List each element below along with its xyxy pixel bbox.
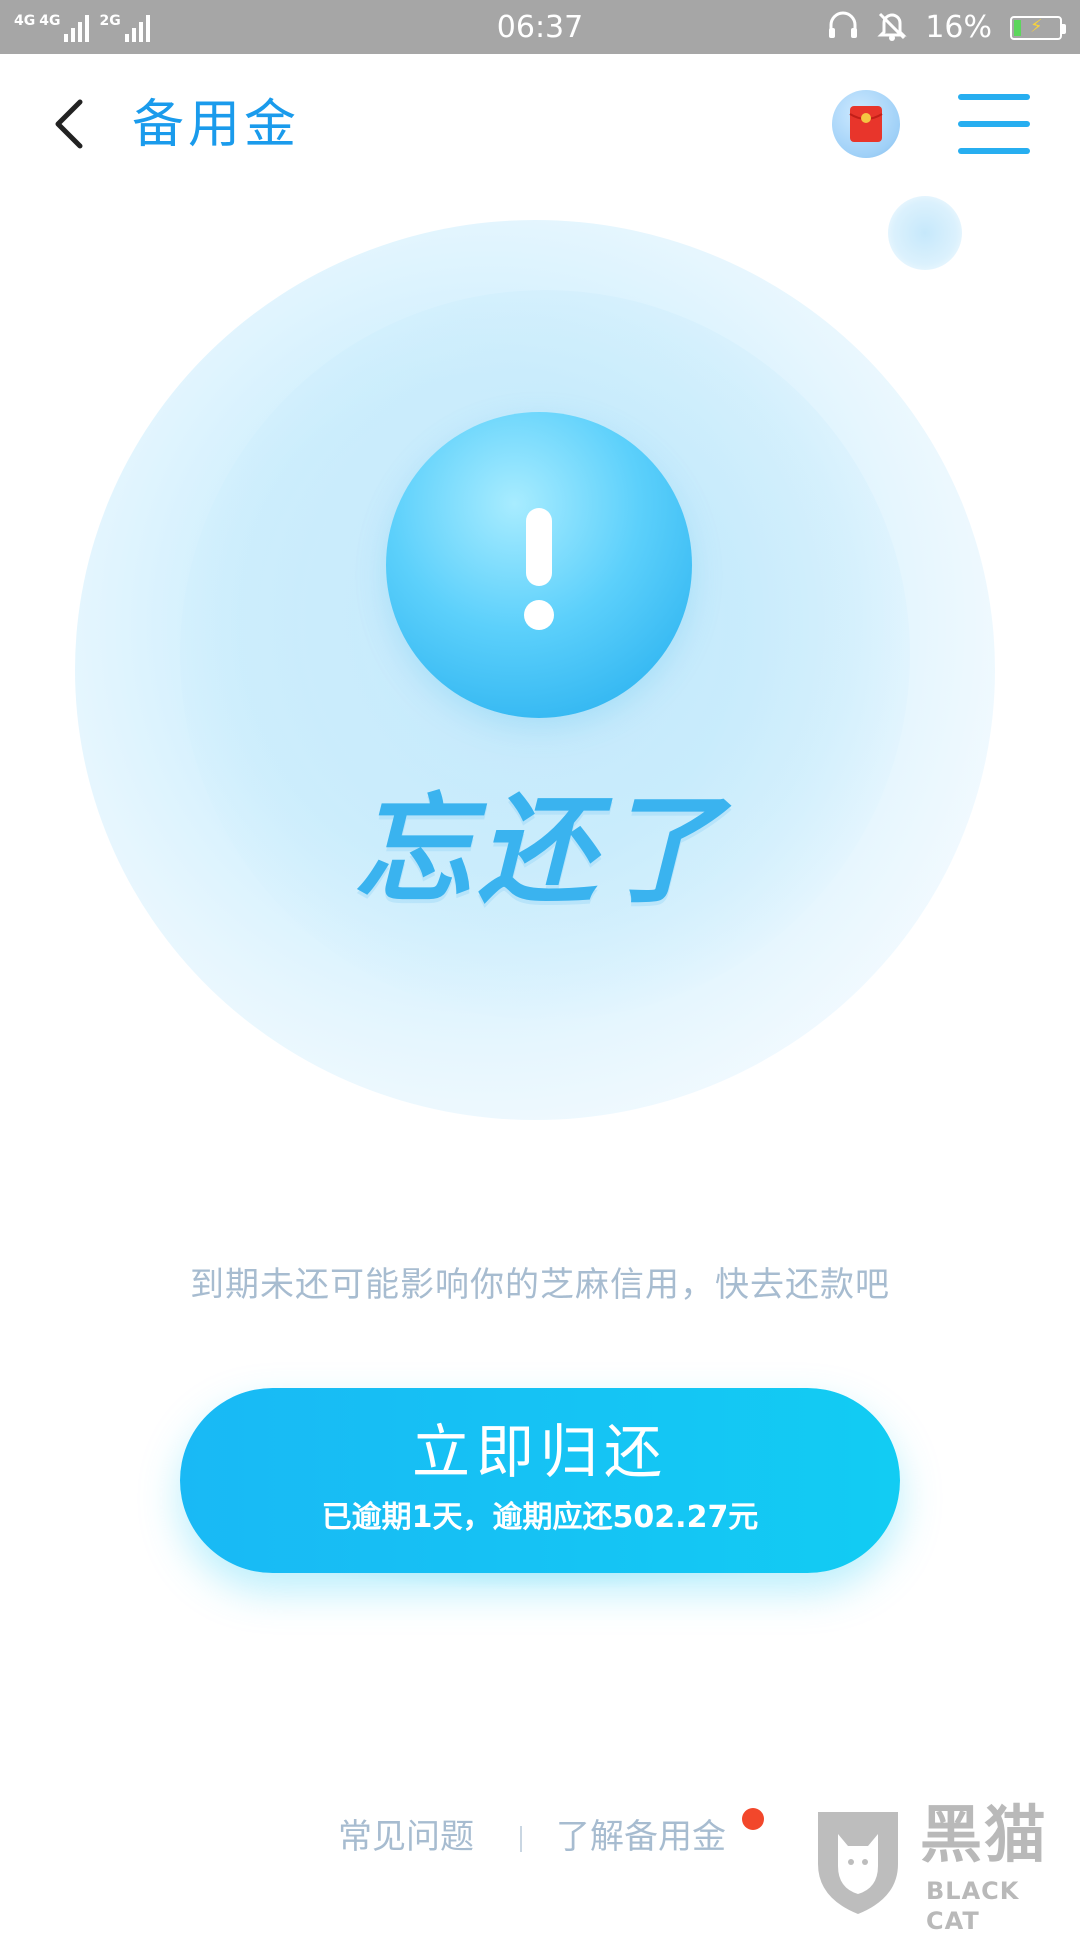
chevron-left-icon [55, 99, 83, 149]
overdue-notice: 到期未还可能影响你的芝麻信用，快去还款吧 [190, 1265, 890, 1305]
hamburger-menu-icon [958, 94, 1030, 100]
footer-separator [520, 1826, 522, 1852]
bell-muted-icon [877, 10, 907, 46]
exclamation-dot [524, 600, 554, 630]
faq-link[interactable]: 常见问题 [338, 1812, 474, 1862]
menu-button[interactable] [958, 88, 1030, 160]
decorative-bubble [888, 196, 962, 270]
battery-icon: ⚡ [1010, 16, 1066, 40]
repay-button-title: 立即归还 [411, 1418, 668, 1486]
repay-now-button[interactable]: 立即归还 已逾期1天，逾期应还502.27元 [180, 1388, 900, 1573]
watermark: 黑猫 BLACK CAT [808, 1798, 1070, 1935]
watermark-en-text: BLACK CAT [926, 1877, 1020, 1935]
charging-bolt-icon: ⚡ [1030, 16, 1043, 37]
headset-icon [827, 11, 859, 45]
cat-shield-logo-icon [818, 1812, 898, 1914]
red-envelope-icon [849, 106, 883, 142]
notification-badge [742, 1808, 764, 1830]
hero-headline: 忘还了 [353, 781, 726, 919]
alert-circle [386, 412, 692, 718]
battery-percent: 16% [925, 10, 992, 45]
status-icons: 16% ⚡ [827, 8, 1066, 48]
about-link[interactable]: 了解备用金 [556, 1812, 726, 1862]
exclamation-icon [526, 508, 552, 586]
page-title: 备用金 [132, 95, 301, 155]
back-button[interactable] [40, 94, 100, 154]
repay-button-subtitle: 已逾期1天，逾期应还502.27元 [321, 1500, 759, 1535]
red-envelope-button[interactable] [832, 90, 900, 158]
battery-fill [1014, 20, 1021, 36]
status-bar: 4G 4G 2G 06:37 16% ⚡ [0, 0, 1080, 54]
header: 备用金 [0, 54, 1080, 194]
watermark-cn-text: 黑猫 [920, 1798, 1049, 1871]
